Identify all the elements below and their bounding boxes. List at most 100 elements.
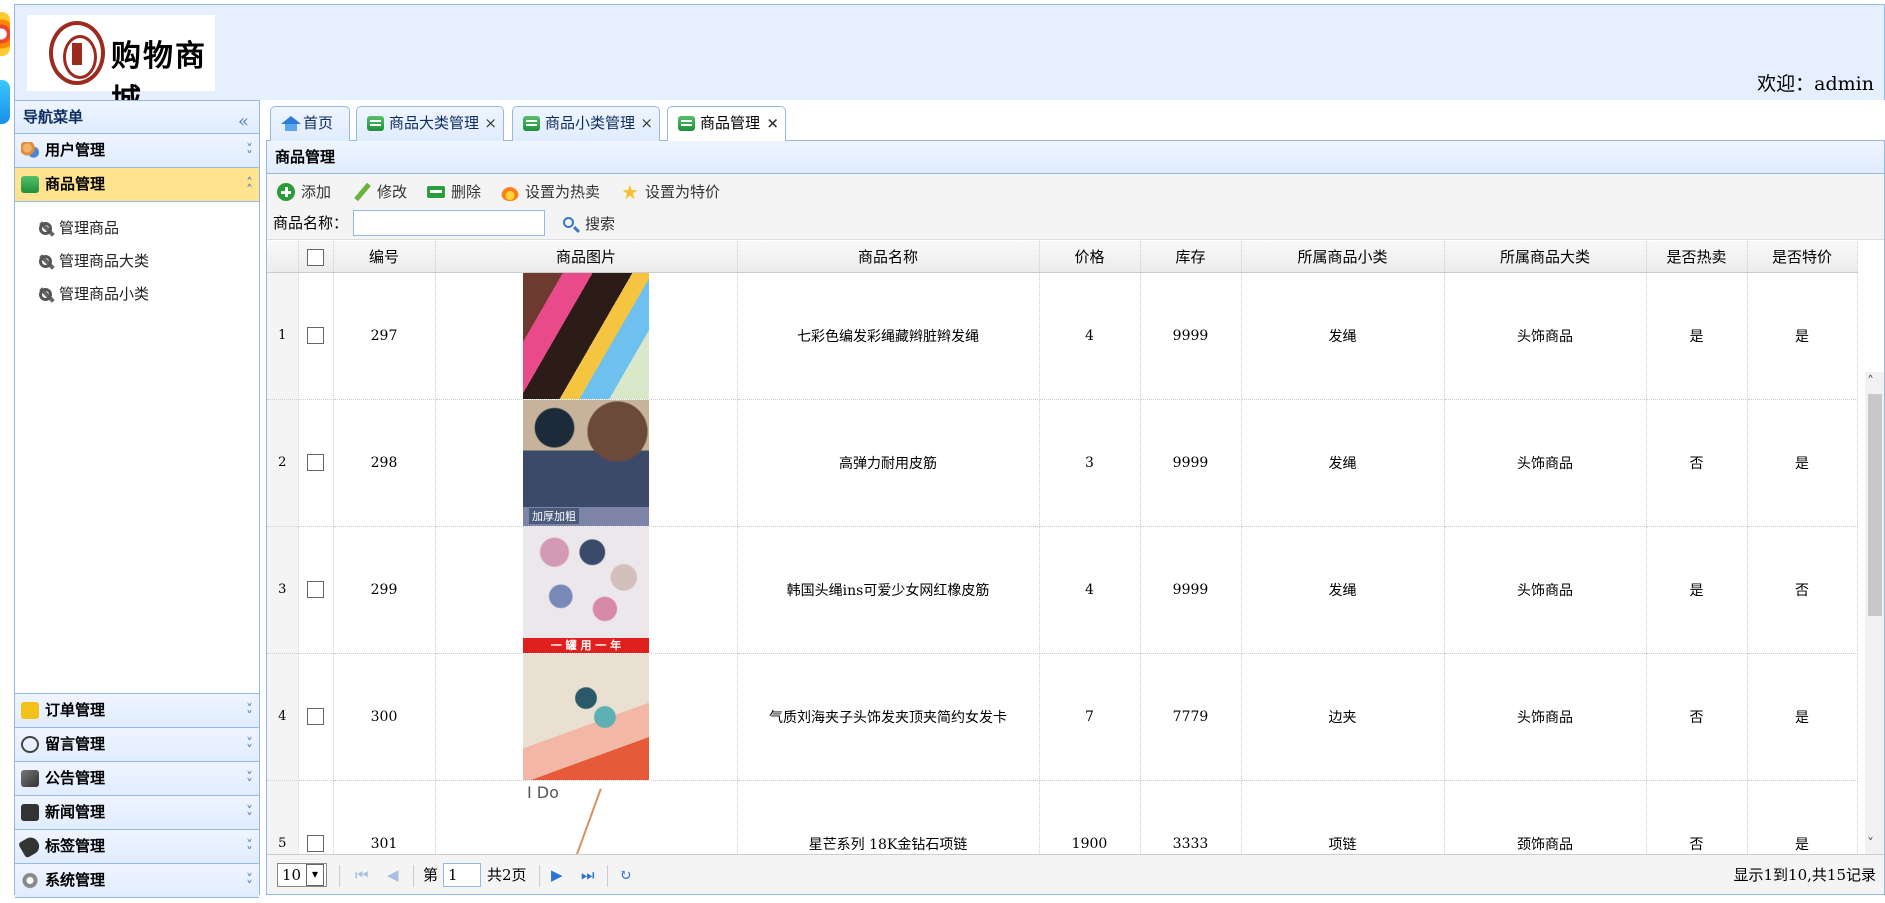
sidebar-item-goods[interactable]: 商品管理 ˄ ˄ — [15, 168, 259, 202]
sidebar-item-system[interactable]: 系统管理 ˅ ˅ — [15, 864, 259, 898]
sidebar: 导航菜单 « 用户管理 ˅ ˅ 商品管理 ˄ ˄ 管理商品 管理商品大类 管理商品 — [14, 100, 260, 898]
goods-panel: 商品管理 添加 修改 删除 设置为热卖 ★ 设置为特价 商品名称： 搜索 编号 … — [266, 141, 1885, 895]
cell-subcategory: 发绳 — [1241, 399, 1445, 527]
cell-id: 298 — [333, 399, 436, 527]
goods-name-input[interactable] — [353, 210, 545, 236]
column-header-special[interactable]: 是否特价 — [1747, 241, 1858, 273]
tab-small-category[interactable]: 商品小类管理 × — [512, 106, 660, 141]
column-header-name[interactable]: 商品名称 — [737, 241, 1040, 273]
tab-home[interactable]: 首页 — [270, 106, 350, 141]
next-page-icon[interactable]: ▶ — [551, 855, 563, 895]
set-special-button[interactable]: ★ 设置为特价 — [619, 180, 720, 204]
scroll-down-icon[interactable]: ˅ — [1867, 836, 1874, 852]
column-header-stock[interactable]: 库存 — [1140, 241, 1242, 273]
toolbar: 添加 修改 删除 设置为热卖 ★ 设置为特价 商品名称： 搜索 — [267, 174, 1884, 240]
home-icon — [281, 116, 301, 131]
last-page-icon[interactable]: ⏭ — [581, 855, 595, 895]
row-checkbox[interactable] — [307, 835, 324, 852]
column-header-id[interactable]: 编号 — [333, 241, 436, 273]
prev-page-icon[interactable]: ◀ — [387, 855, 399, 895]
close-icon[interactable]: × — [484, 107, 497, 140]
chevron-down-icon[interactable]: ˅ ˅ — [246, 797, 253, 826]
delete-icon — [427, 186, 445, 198]
cell-hot: 否 — [1646, 653, 1748, 781]
chevron-down-icon[interactable]: ˅ ˅ — [246, 135, 253, 164]
sidebar-item-notices[interactable]: 公告管理 ˅ ˅ — [15, 762, 259, 796]
desktop-app-icon[interactable] — [0, 80, 10, 124]
close-icon[interactable]: × — [766, 107, 779, 140]
first-page-icon[interactable]: ⏮ — [355, 855, 369, 895]
tab-big-category[interactable]: 商品大类管理 × — [356, 106, 504, 141]
set-hot-label: 设置为热卖 — [525, 183, 601, 201]
set-special-label: 设置为特价 — [645, 183, 721, 201]
page-size-select[interactable]: 10 — [277, 863, 327, 887]
scrollbar-thumb[interactable] — [1868, 394, 1882, 616]
tools-icon — [37, 253, 55, 271]
add-button[interactable]: 添加 — [275, 180, 331, 204]
row-number-header — [267, 241, 299, 273]
chevron-down-icon[interactable]: ˅ ˅ — [246, 729, 253, 758]
sidebar-item-news[interactable]: 新闻管理 ˅ ˅ — [15, 796, 259, 830]
cell-stock: 3333 — [1140, 780, 1242, 854]
sidebar-item-label: 订单管理 — [45, 701, 106, 719]
column-header-price[interactable]: 价格 — [1039, 241, 1141, 273]
desktop-app-icon[interactable] — [0, 12, 10, 56]
chevron-down-icon[interactable]: ˅ ˅ — [246, 763, 253, 792]
product-image: I Do — [523, 780, 649, 854]
table-row[interactable]: 1 297 七彩色编发彩绳藏辫脏辫发绳 4 9999 发绳 头饰商品 是 是 — [267, 272, 1858, 400]
row-checkbox[interactable] — [307, 454, 324, 471]
table-row[interactable]: 2 298 加厚加粗 高弹力耐用皮筋 3 9999 发绳 头饰商品 否 是 — [267, 399, 1858, 527]
search-icon — [563, 217, 574, 228]
cell-price: 3 — [1039, 399, 1141, 527]
edit-button[interactable]: 修改 — [351, 180, 407, 204]
cell-special: 是 — [1747, 272, 1858, 400]
column-header-image[interactable]: 商品图片 — [435, 241, 738, 273]
row-checkbox[interactable] — [307, 327, 324, 344]
sidebar-item-messages[interactable]: 留言管理 ˅ ˅ — [15, 728, 259, 762]
row-checkbox[interactable] — [307, 581, 324, 598]
set-hot-button[interactable]: 设置为热卖 — [499, 180, 600, 204]
chevron-down-icon[interactable]: ˅ ˅ — [246, 865, 253, 894]
cell-stock: 9999 — [1140, 272, 1242, 400]
tag-icon — [17, 834, 43, 859]
table-row[interactable]: 4 300 气质刘海夹子头饰发夹顶夹简约女发卡 7 7779 边夹 头饰商品 否… — [267, 653, 1858, 781]
table-row[interactable]: 3 299 一 罐 用 一 年 韩国头绳ins可爱少女网红橡皮筋 4 9999 … — [267, 526, 1858, 654]
goods-icon — [21, 176, 39, 193]
row-number: 1 — [267, 272, 299, 400]
submenu-manage-big-category[interactable]: 管理商品大类 — [15, 245, 259, 278]
refresh-icon[interactable]: ↻ — [619, 855, 632, 895]
product-image — [523, 653, 649, 780]
cell-category: 头饰商品 — [1444, 399, 1647, 527]
vertical-scrollbar[interactable]: ˄ ˅ — [1865, 372, 1884, 854]
cell-image — [435, 653, 738, 781]
column-header-category[interactable]: 所属商品大类 — [1444, 241, 1647, 273]
select-all-checkbox[interactable] — [307, 248, 324, 266]
tab-goods[interactable]: 商品管理 × — [667, 106, 786, 142]
sidebar-item-orders[interactable]: 订单管理 ˅ ˅ — [15, 694, 259, 728]
close-icon[interactable]: × — [640, 107, 653, 140]
column-header-hot[interactable]: 是否热卖 — [1646, 241, 1748, 273]
cell-id: 300 — [333, 653, 436, 781]
row-checkbox[interactable] — [307, 708, 324, 725]
scroll-up-icon[interactable]: ˄ — [1867, 374, 1874, 390]
chevron-up-icon[interactable]: ˄ ˄ — [246, 169, 253, 198]
chevron-down-icon[interactable]: ˅ ˅ — [246, 831, 253, 860]
search-button[interactable]: 搜索 — [561, 212, 615, 236]
submenu-manage-goods[interactable]: 管理商品 — [15, 212, 259, 245]
chevron-down-icon[interactable]: ˅ ˅ — [246, 695, 253, 724]
submenu-manage-small-category[interactable]: 管理商品小类 — [15, 278, 259, 311]
sidebar-item-users[interactable]: 用户管理 ˅ ˅ — [15, 134, 259, 168]
submenu-label: 管理商品小类 — [59, 285, 150, 303]
sidebar-item-tags[interactable]: 标签管理 ˅ ˅ — [15, 830, 259, 864]
cell-id: 299 — [333, 526, 436, 654]
cell-price: 7 — [1039, 653, 1141, 781]
column-header-subcategory[interactable]: 所属商品小类 — [1241, 241, 1445, 273]
table-row[interactable]: 5 301 I Do 星芒系列 18K金钻石项链 1900 3333 项链 颈饰… — [267, 780, 1858, 854]
header: 购物商城 欢迎：admin — [14, 4, 1885, 118]
image-caption: 一 罐 用 一 年 — [550, 638, 622, 652]
table-header-row: 编号 商品图片 商品名称 价格 库存 所属商品小类 所属商品大类 是否热卖 是否… — [267, 241, 1858, 273]
delete-button[interactable]: 删除 — [425, 180, 481, 204]
divider — [607, 865, 608, 887]
page-number-input[interactable]: 1 — [443, 863, 481, 887]
cell-stock: 9999 — [1140, 399, 1242, 527]
